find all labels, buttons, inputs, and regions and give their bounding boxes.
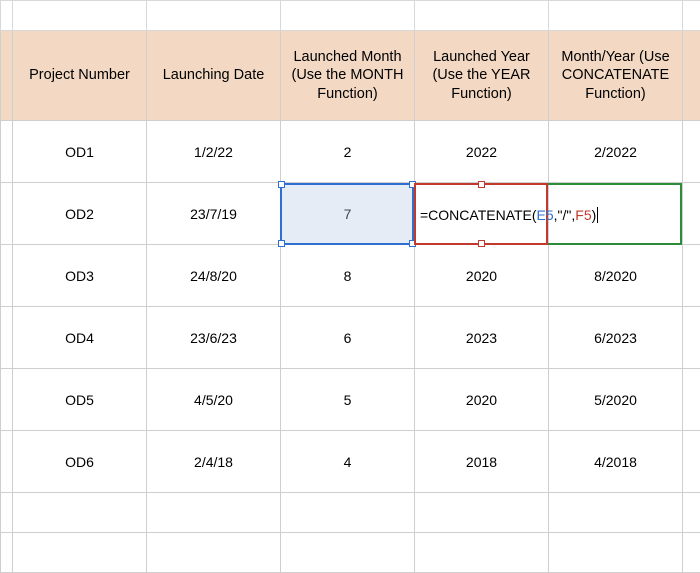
empty-cell[interactable] bbox=[281, 533, 415, 573]
cell-project[interactable]: OD5 bbox=[13, 369, 147, 431]
empty-cell[interactable] bbox=[281, 493, 415, 533]
header-project-number[interactable]: Project Number bbox=[13, 31, 147, 121]
text-cursor bbox=[597, 207, 598, 223]
formula-text-suffix: ) bbox=[592, 207, 597, 223]
cell-project[interactable]: OD3 bbox=[13, 245, 147, 307]
empty-cell[interactable] bbox=[1, 121, 13, 183]
cell-month-year[interactable]: 6/2023 bbox=[549, 307, 683, 369]
empty-cell[interactable] bbox=[415, 493, 549, 533]
formula-editor[interactable]: =CONCATENATE(E5,"/",F5) bbox=[416, 204, 680, 226]
empty-cell[interactable] bbox=[683, 1, 700, 31]
empty-cell[interactable] bbox=[415, 533, 549, 573]
cell-year[interactable]: 2018 bbox=[415, 431, 549, 493]
empty-cell[interactable] bbox=[13, 493, 147, 533]
empty-cell[interactable] bbox=[1, 533, 13, 573]
cell-month[interactable]: 5 bbox=[281, 369, 415, 431]
cell-month[interactable]: 6 bbox=[281, 307, 415, 369]
empty-cell[interactable] bbox=[1, 183, 13, 245]
empty-cell[interactable] bbox=[1, 431, 13, 493]
cell-month-year[interactable]: 5/2020 bbox=[549, 369, 683, 431]
cell-date[interactable]: 23/7/19 bbox=[147, 183, 281, 245]
header-launched-year[interactable]: Launched Year (Use the YEAR Function) bbox=[415, 31, 549, 121]
cell-year[interactable]: 2020 bbox=[415, 245, 549, 307]
empty-cell[interactable] bbox=[549, 493, 683, 533]
header-launched-month[interactable]: Launched Month (Use the MONTH Function) bbox=[281, 31, 415, 121]
empty-cell[interactable] bbox=[281, 1, 415, 31]
cell-month[interactable]: 4 bbox=[281, 431, 415, 493]
cell-date[interactable]: 23/6/23 bbox=[147, 307, 281, 369]
empty-cell[interactable] bbox=[683, 369, 700, 431]
empty-cell[interactable] bbox=[683, 431, 700, 493]
empty-cell[interactable] bbox=[1, 493, 13, 533]
cell-date[interactable]: 4/5/20 bbox=[147, 369, 281, 431]
cell-date[interactable]: 2/4/18 bbox=[147, 431, 281, 493]
empty-cell[interactable] bbox=[1, 245, 13, 307]
empty-cell[interactable] bbox=[683, 307, 700, 369]
empty-cell[interactable] bbox=[683, 493, 700, 533]
empty-cell[interactable] bbox=[415, 1, 549, 31]
cell-year[interactable]: 2020 bbox=[415, 369, 549, 431]
cell-project[interactable]: OD1 bbox=[13, 121, 147, 183]
empty-cell[interactable] bbox=[683, 183, 700, 245]
empty-cell[interactable] bbox=[147, 493, 281, 533]
empty-cell[interactable] bbox=[549, 1, 683, 31]
header-month-year[interactable]: Month/Year (Use CONCATENATE Function) bbox=[549, 31, 683, 121]
empty-cell[interactable] bbox=[683, 245, 700, 307]
cell-project[interactable]: OD2 bbox=[13, 183, 147, 245]
cell-month[interactable]: 7 bbox=[281, 183, 415, 245]
data-table: Project Number Launching Date Launched M… bbox=[0, 0, 700, 573]
header-launching-date[interactable]: Launching Date bbox=[147, 31, 281, 121]
empty-cell[interactable] bbox=[683, 121, 700, 183]
cell-month[interactable]: 8 bbox=[281, 245, 415, 307]
empty-cell[interactable] bbox=[683, 31, 700, 121]
cell-month-year[interactable]: 4/2018 bbox=[549, 431, 683, 493]
empty-cell[interactable] bbox=[147, 1, 281, 31]
empty-cell[interactable] bbox=[683, 533, 700, 573]
formula-ref-e5: E5 bbox=[537, 207, 554, 223]
cell-month-year[interactable]: 2/2022 bbox=[549, 121, 683, 183]
empty-cell[interactable] bbox=[1, 1, 13, 31]
spreadsheet[interactable]: Project Number Launching Date Launched M… bbox=[0, 0, 700, 564]
cell-date[interactable]: 1/2/22 bbox=[147, 121, 281, 183]
cell-project[interactable]: OD6 bbox=[13, 431, 147, 493]
cell-month[interactable]: 2 bbox=[281, 121, 415, 183]
formula-ref-f5: F5 bbox=[575, 207, 591, 223]
empty-cell[interactable] bbox=[13, 1, 147, 31]
formula-text-mid: ,"/", bbox=[554, 207, 576, 223]
cell-year[interactable]: 2023 bbox=[415, 307, 549, 369]
cell-date[interactable]: 24/8/20 bbox=[147, 245, 281, 307]
formula-text-prefix: =CONCATENATE( bbox=[420, 207, 537, 223]
cell-project[interactable]: OD4 bbox=[13, 307, 147, 369]
empty-cell[interactable] bbox=[1, 31, 13, 121]
empty-cell[interactable] bbox=[13, 533, 147, 573]
empty-cell[interactable] bbox=[549, 533, 683, 573]
cell-year[interactable]: 2022 bbox=[415, 121, 549, 183]
empty-cell[interactable] bbox=[1, 369, 13, 431]
empty-cell[interactable] bbox=[147, 533, 281, 573]
empty-cell[interactable] bbox=[1, 307, 13, 369]
cell-month-year[interactable]: 8/2020 bbox=[549, 245, 683, 307]
